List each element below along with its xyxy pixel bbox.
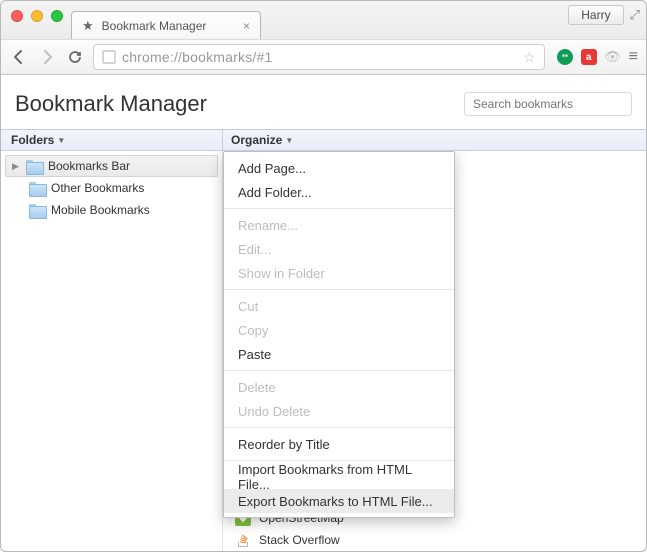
bookmark-item[interactable]: Stack Overflow: [231, 529, 638, 551]
menu-import-bookmarks[interactable]: Import Bookmarks from HTML File...: [224, 465, 454, 489]
search-bookmarks-input[interactable]: [464, 92, 632, 116]
menu-delete: Delete: [224, 375, 454, 399]
menu-edit: Edit...: [224, 237, 454, 261]
menu-add-folder[interactable]: Add Folder...: [224, 180, 454, 204]
folder-icon: [29, 182, 45, 195]
arrow-right-icon: [39, 49, 55, 65]
profile-button[interactable]: Harry: [568, 5, 623, 25]
menu-item-label: Rename...: [238, 218, 298, 233]
menu-item-label: Copy: [238, 323, 268, 338]
page-header: Bookmark Manager: [1, 75, 646, 129]
organize-label: Organize: [231, 133, 282, 147]
menu-separator: [224, 370, 454, 371]
folder-label: Mobile Bookmarks: [51, 203, 150, 217]
menu-paste[interactable]: Paste: [224, 342, 454, 366]
url-text: chrome://bookmarks/#1: [122, 49, 272, 65]
menu-export-bookmarks[interactable]: Export Bookmarks to HTML File...: [224, 489, 454, 513]
tab-close-icon[interactable]: ×: [243, 19, 250, 33]
extension-icons: a 👁 ≡: [553, 48, 638, 66]
window-close-button[interactable]: [11, 10, 23, 22]
address-bar[interactable]: chrome://bookmarks/#1 ☆: [93, 44, 545, 70]
menu-cut: Cut: [224, 294, 454, 318]
stackoverflow-favicon: [235, 532, 251, 548]
menu-item-label: Reorder by Title: [238, 437, 330, 452]
reload-button[interactable]: [65, 47, 85, 67]
tab-title: Bookmark Manager: [102, 19, 207, 33]
globe-icon: [102, 50, 116, 64]
menu-show-in-folder: Show in Folder: [224, 261, 454, 285]
column-header-bar: Folders ▼ Organize ▼: [1, 129, 646, 151]
menu-item-label: Show in Folder: [238, 266, 325, 281]
browser-tab[interactable]: ★ Bookmark Manager ×: [71, 11, 261, 39]
menu-item-label: Import Bookmarks from HTML File...: [238, 462, 440, 492]
chevron-down-icon: ▼: [285, 136, 293, 145]
folder-other-bookmarks[interactable]: Other Bookmarks: [5, 177, 218, 199]
forward-button[interactable]: [37, 47, 57, 67]
chevron-down-icon: ▼: [57, 136, 65, 145]
folder-bookmarks-bar[interactable]: ▶ Bookmarks Bar: [5, 155, 218, 177]
bookmark-star-icon: ★: [82, 19, 94, 32]
extension-icon-eye[interactable]: 👁: [605, 49, 621, 65]
menu-item-label: Undo Delete: [238, 404, 310, 419]
folder-label: Bookmarks Bar: [48, 159, 130, 173]
folders-label: Folders: [11, 133, 54, 147]
menu-separator: [224, 427, 454, 428]
menu-item-label: Add Page...: [238, 161, 306, 176]
menu-separator: [224, 289, 454, 290]
menu-item-label: Cut: [238, 299, 258, 314]
reload-icon: [67, 49, 83, 65]
chrome-menu-icon[interactable]: ≡: [629, 48, 638, 66]
menu-separator: [224, 460, 454, 461]
page-body: ▶ Bookmarks Bar Other Bookmarks Mobile B…: [1, 151, 646, 551]
page-title: Bookmark Manager: [15, 91, 207, 117]
menu-separator: [224, 208, 454, 209]
back-button[interactable]: [9, 47, 29, 67]
window-controls: [1, 1, 63, 22]
folder-tree: ▶ Bookmarks Bar Other Bookmarks Mobile B…: [1, 151, 223, 551]
titlebar-right: Harry ⤢: [568, 5, 640, 25]
folder-icon: [26, 160, 42, 173]
bookmark-label: Stack Overflow: [259, 533, 340, 547]
fullscreen-icon[interactable]: ⤢: [630, 7, 640, 23]
titlebar: ★ Bookmark Manager × Harry ⤢: [1, 1, 646, 39]
disclosure-triangle-icon[interactable]: ▶: [12, 161, 20, 172]
menu-add-page[interactable]: Add Page...: [224, 156, 454, 180]
bookmark-page-icon[interactable]: ☆: [523, 49, 536, 66]
menu-item-label: Edit...: [238, 242, 271, 257]
menu-copy: Copy: [224, 318, 454, 342]
menu-reorder-by-title[interactable]: Reorder by Title: [224, 432, 454, 456]
browser-toolbar: chrome://bookmarks/#1 ☆ a 👁 ≡: [1, 39, 646, 75]
menu-undo-delete: Undo Delete: [224, 399, 454, 423]
arrow-left-icon: [11, 49, 27, 65]
menu-item-label: Paste: [238, 347, 271, 362]
menu-item-label: Delete: [238, 380, 276, 395]
organize-menu: Add Page... Add Folder... Rename... Edit…: [223, 151, 455, 518]
folder-label: Other Bookmarks: [51, 181, 144, 195]
menu-item-label: Export Bookmarks to HTML File...: [238, 494, 433, 509]
menu-rename: Rename...: [224, 213, 454, 237]
organize-column-header[interactable]: Organize ▼: [223, 130, 646, 150]
folder-mobile-bookmarks[interactable]: Mobile Bookmarks: [5, 199, 218, 221]
window-minimize-button[interactable]: [31, 10, 43, 22]
hangouts-extension-icon[interactable]: [557, 49, 573, 65]
browser-window: ★ Bookmark Manager × Harry ⤢ chrome://bo…: [0, 0, 647, 552]
folders-column-header[interactable]: Folders ▼: [1, 130, 223, 150]
extension-icon-a[interactable]: a: [581, 49, 597, 65]
folder-icon: [29, 204, 45, 217]
window-zoom-button[interactable]: [51, 10, 63, 22]
menu-item-label: Add Folder...: [238, 185, 312, 200]
